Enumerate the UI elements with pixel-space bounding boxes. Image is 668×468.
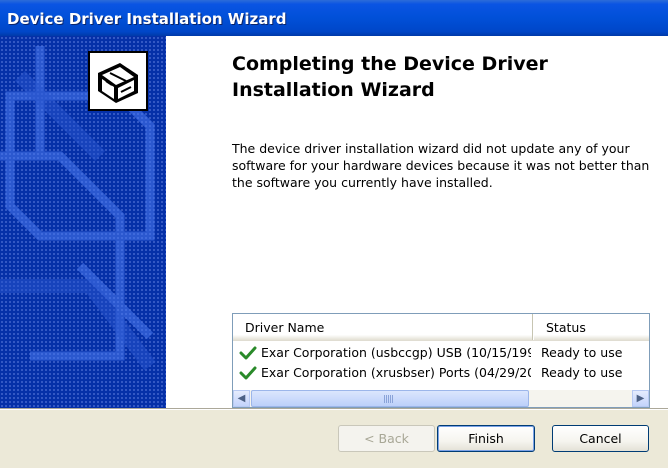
page-description: The device driver installation wizard di…	[232, 141, 650, 190]
column-header-status[interactable]: Status	[534, 314, 649, 340]
horizontal-scrollbar[interactable]: ◀ ▶	[233, 390, 649, 407]
driver-status: Ready to use	[541, 365, 623, 380]
green-check-icon	[239, 365, 257, 381]
wizard-window: Device Driver Installation Wizard Comple…	[0, 0, 668, 468]
list-header: Driver Name Status	[233, 314, 649, 341]
driver-name: Exar Corporation (xrusbser) Ports (04/29…	[261, 365, 531, 380]
driver-list[interactable]: Driver Name Status Exar Corporation (usb…	[232, 313, 650, 408]
driver-name: Exar Corporation (usbccgp) USB (10/15/19…	[261, 345, 531, 360]
hardware-wizard-icon	[88, 51, 148, 111]
title-bar[interactable]: Device Driver Installation Wizard	[0, 0, 668, 36]
finish-button[interactable]: Finish	[437, 425, 535, 452]
driver-status: Ready to use	[541, 345, 623, 360]
list-item[interactable]: Exar Corporation (usbccgp) USB (10/15/19…	[233, 343, 649, 363]
window-title: Device Driver Installation Wizard	[7, 10, 287, 28]
green-check-icon	[239, 345, 257, 361]
scrollbar-thumb[interactable]	[251, 390, 529, 407]
scroll-left-arrow-icon[interactable]: ◀	[233, 390, 250, 407]
scroll-right-arrow-icon[interactable]: ▶	[632, 390, 649, 407]
column-header-driver-name[interactable]: Driver Name	[233, 314, 533, 340]
list-item[interactable]: Exar Corporation (xrusbser) Ports (04/29…	[233, 363, 649, 383]
back-button[interactable]: < Back	[338, 425, 435, 452]
grip-icon	[384, 395, 394, 403]
button-divider	[0, 408, 668, 410]
page-title: Completing the Device Driver Installatio…	[232, 53, 548, 101]
cancel-button[interactable]: Cancel	[552, 425, 649, 452]
